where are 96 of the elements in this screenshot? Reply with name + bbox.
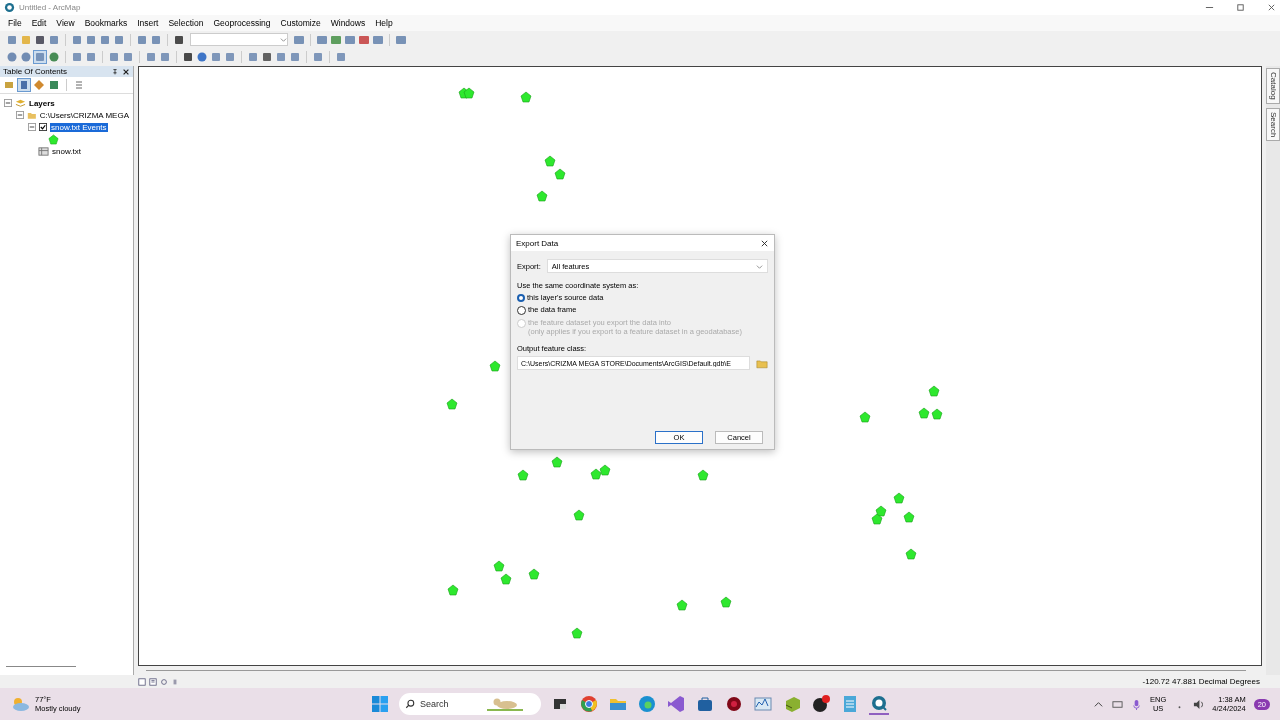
refresh-icon[interactable] <box>160 677 168 686</box>
panel-title: Table Of Contents <box>3 67 69 76</box>
map-point <box>903 511 915 523</box>
map-point <box>676 599 688 611</box>
options-icon[interactable] <box>73 79 85 91</box>
list-by-visibility-icon[interactable] <box>33 79 45 91</box>
pause-icon[interactable] <box>171 677 179 686</box>
map-point <box>544 155 556 167</box>
menu-item[interactable]: Help <box>375 18 393 28</box>
open-folder-icon[interactable] <box>756 357 768 369</box>
list-by-source-icon[interactable] <box>18 79 30 91</box>
menu-item[interactable]: Selection <box>168 18 204 28</box>
map-point <box>928 385 940 397</box>
collapse-toggle[interactable] <box>16 111 24 119</box>
dog-drawing <box>485 696 525 712</box>
disc-app-icon[interactable] <box>811 694 831 714</box>
caret-icon <box>756 262 763 270</box>
menu-item[interactable]: Windows <box>330 18 366 28</box>
map-point <box>590 468 602 480</box>
close-icon[interactable] <box>122 67 130 76</box>
map-point <box>918 407 930 419</box>
start-icon[interactable] <box>370 694 390 714</box>
search-icon <box>405 699 415 709</box>
map-point <box>573 509 585 521</box>
point-symbol-icon <box>48 133 59 145</box>
map-point <box>554 168 566 180</box>
speaker-icon[interactable] <box>1193 698 1205 710</box>
globe-icon[interactable] <box>48 50 60 63</box>
pan-icon[interactable] <box>34 50 46 63</box>
map-point <box>493 560 505 572</box>
map-point <box>599 464 611 476</box>
scrollbar[interactable] <box>146 670 1246 671</box>
dialog-title: Export Data <box>516 238 559 248</box>
layout-view-icon[interactable] <box>138 677 146 686</box>
save-icon[interactable] <box>34 33 46 46</box>
chart-app-icon[interactable] <box>753 694 773 714</box>
map-point <box>520 91 532 103</box>
map-point <box>893 492 905 504</box>
arcmap-app-icon[interactable] <box>869 693 889 715</box>
map-point <box>875 505 887 517</box>
maximize-icon[interactable] <box>1236 3 1245 12</box>
coordinates: -120.72 47.881 Decimal Degrees <box>1142 677 1260 686</box>
menu-item[interactable]: View <box>56 18 75 28</box>
map-point <box>905 548 917 560</box>
map-point <box>517 469 529 481</box>
map-point <box>931 408 943 420</box>
menu-item[interactable]: File <box>8 18 22 28</box>
menu-item[interactable]: Bookmarks <box>84 18 128 28</box>
layer-checkbox[interactable] <box>39 123 47 131</box>
list-by-drawing-order-icon[interactable] <box>3 79 15 91</box>
window-title: Untitled - ArcMap <box>19 3 81 12</box>
toolbox-icon[interactable] <box>358 33 370 46</box>
menu-item[interactable]: Customize <box>280 18 321 28</box>
map-point <box>720 596 732 608</box>
list-by-selection-icon[interactable] <box>48 79 60 91</box>
tree-item[interactable]: snow.txt Events <box>50 122 108 132</box>
side-tab[interactable]: Catalog <box>1266 68 1280 104</box>
info-icon[interactable] <box>196 50 208 63</box>
map-point <box>463 87 475 99</box>
map-point <box>446 398 458 410</box>
map-point <box>551 456 563 468</box>
map-point <box>528 568 540 580</box>
map-point <box>447 584 459 596</box>
close-icon[interactable] <box>1267 3 1276 12</box>
pin-icon[interactable] <box>111 67 119 76</box>
close-icon[interactable] <box>760 238 769 248</box>
radio-button[interactable] <box>517 294 525 302</box>
collapse-toggle[interactable] <box>4 99 12 107</box>
add-data-icon[interactable] <box>173 33 185 46</box>
map-point <box>697 469 709 481</box>
map-point <box>536 190 548 202</box>
menu-item[interactable]: Geoprocessing <box>213 18 271 28</box>
tree-item[interactable]: C:\Users\CRIZMA MEGA <box>39 110 129 120</box>
map-point <box>500 573 512 585</box>
collapse-toggle[interactable] <box>28 123 36 131</box>
map-point <box>871 513 883 525</box>
map-point <box>859 411 871 423</box>
browser-icon[interactable] <box>579 694 599 714</box>
side-tab[interactable]: Search <box>1266 107 1280 141</box>
menu-item[interactable]: Insert <box>137 18 159 28</box>
menu-item[interactable]: Edit <box>31 18 47 28</box>
search-field[interactable]: Search <box>399 693 541 715</box>
circle-app-icon[interactable] <box>724 694 744 714</box>
caret-icon <box>280 36 287 43</box>
scrollbar[interactable] <box>6 666 76 667</box>
visual-studio-icon[interactable] <box>666 694 686 714</box>
tree-item[interactable]: snow.txt <box>52 146 81 156</box>
store-icon[interactable] <box>695 694 715 714</box>
data-view-icon[interactable] <box>149 677 157 686</box>
map-point <box>571 627 583 639</box>
radio-button[interactable] <box>517 306 526 315</box>
tree-item[interactable]: Layers <box>29 98 55 108</box>
microphone-icon[interactable] <box>1131 698 1142 710</box>
map-point <box>489 360 501 372</box>
layers-icon <box>15 97 26 109</box>
keyboard-icon[interactable] <box>1112 698 1123 710</box>
